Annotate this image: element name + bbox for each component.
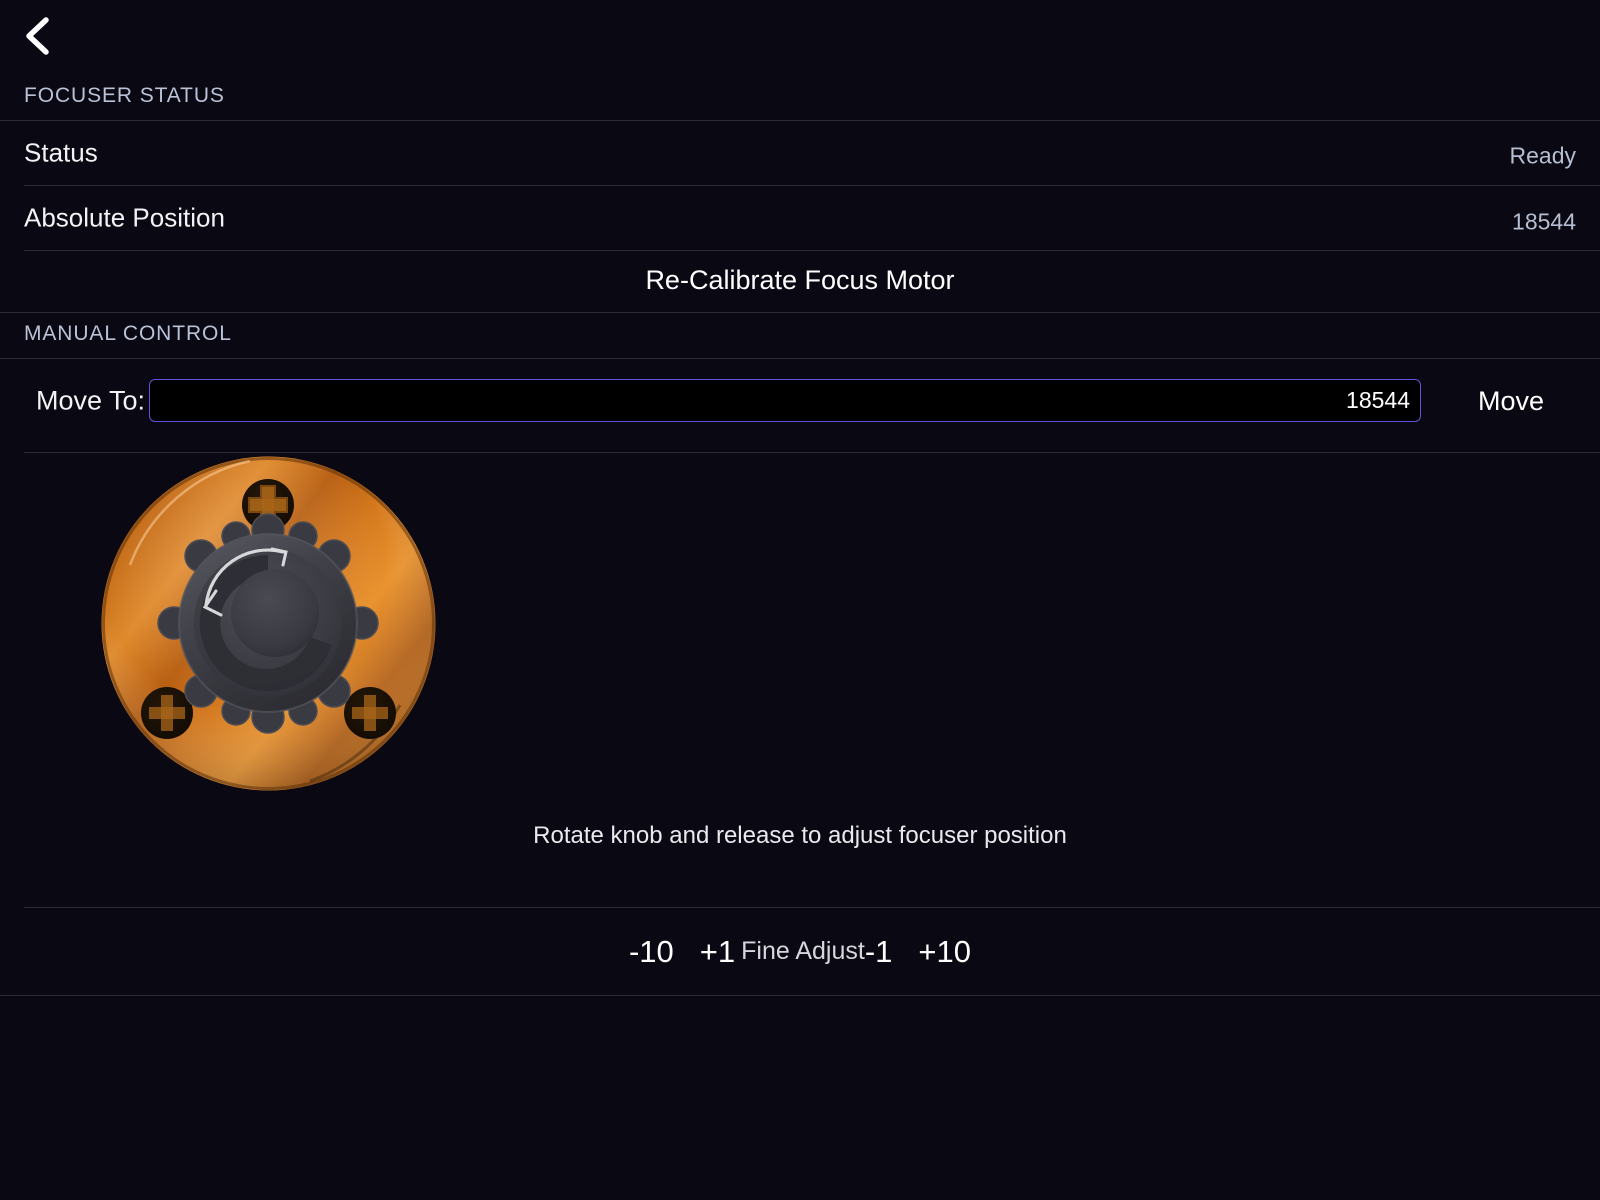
focuser-knob-dial[interactable] [100,455,437,792]
row-absolute-position: Absolute Position 18544 [0,186,1600,250]
section-header-manual-control: MANUAL CONTROL [24,322,232,345]
row-absolute-position-label: Absolute Position [24,202,225,233]
divider [0,995,1600,996]
recalibrate-focus-motor-button[interactable]: Re-Calibrate Focus Motor [0,248,1600,312]
focuser-knob-graphic [101,456,436,791]
move-button-label: Move [1477,385,1545,416]
fine-adjust-plus-one-button[interactable]: +1 [700,934,735,970]
status-value: Ready [1509,142,1576,169]
fine-adjust-label: Fine Adjust [741,937,865,965]
move-to-row: Move To: Move [0,368,1600,434]
divider [0,358,1600,359]
screw-bottom-right [344,687,396,739]
row-status: Status Ready [0,121,1600,185]
chevron-left-icon [26,17,49,55]
move-button[interactable]: Move [1422,368,1600,434]
navigation-bar [0,0,1600,72]
knob-area [0,453,1600,798]
knob-hint-text: Rotate knob and release to adjust focuse… [533,822,1067,849]
move-to-label: Move To: [36,385,146,416]
row-status-label: Status [24,137,98,168]
move-to-input[interactable] [149,379,1421,422]
absolute-position-value: 18544 [1512,208,1576,235]
divider [0,312,1600,313]
focuser-screen: FOCUSER STATUS Status Ready Absolute Pos… [0,0,1600,1200]
fine-adjust-minus-ten-button[interactable]: -10 [629,934,674,970]
recalibrate-focus-motor-label: Re-Calibrate Focus Motor [645,264,955,295]
fine-adjust-minus-one-button[interactable]: -1 [865,934,893,970]
back-button[interactable] [8,6,68,66]
section-header-focuser-status: FOCUSER STATUS [24,84,225,107]
fine-adjust-row: -10 +1 Fine Adjust -1 +10 [0,908,1600,995]
fine-adjust-plus-ten-button[interactable]: +10 [918,934,971,970]
